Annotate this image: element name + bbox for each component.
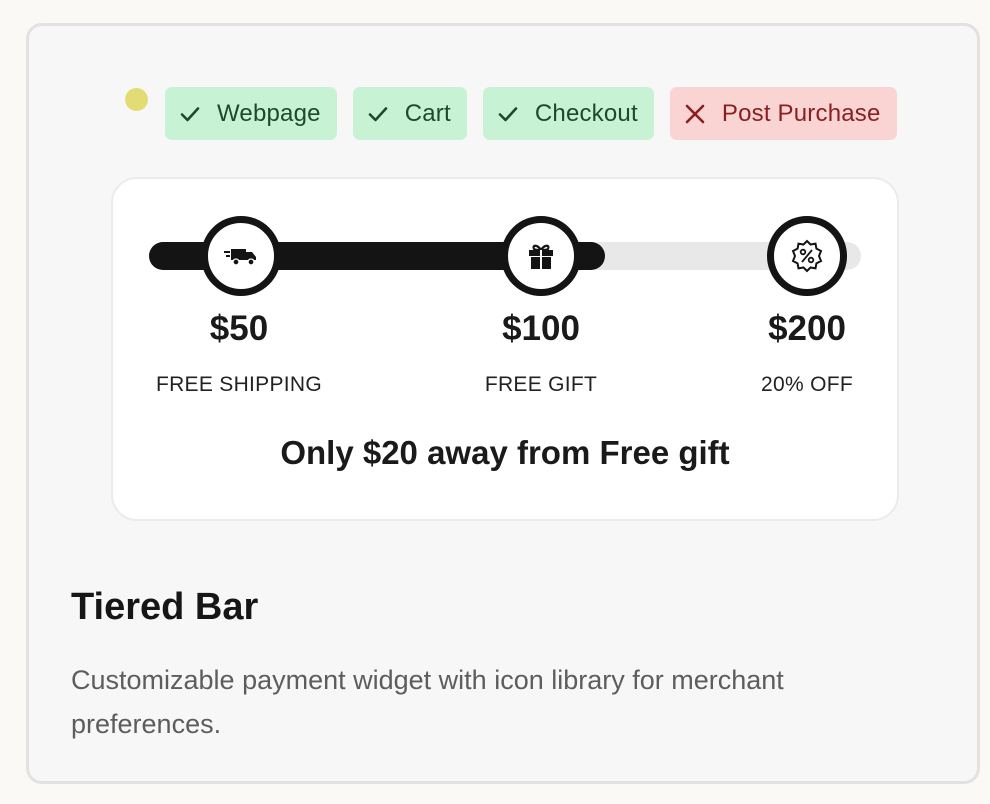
tier-amount: $100 [502, 309, 580, 348]
status-dot [125, 88, 148, 111]
check-icon [179, 103, 201, 125]
tag-label: Cart [404, 99, 451, 127]
tier-reward: FREE GIFT [484, 373, 598, 396]
tag-cart[interactable]: Cart [352, 87, 467, 140]
widget-card[interactable]: Webpage Cart Checkout Post Purchase $50 … [26, 23, 980, 784]
tier-reward: 20% OFF [761, 373, 853, 396]
tag-webpage[interactable]: Webpage [165, 87, 337, 140]
progress-message: Only $20 away from Free gift [280, 434, 730, 471]
discount-badge-icon [790, 239, 824, 273]
tag-label: Post Purchase [721, 99, 881, 127]
tag-post-purchase[interactable]: Post Purchase [669, 87, 897, 140]
tier-node-discount [767, 216, 847, 296]
delivery-truck-icon [223, 244, 259, 268]
tier-node-shipping [201, 216, 281, 296]
tier-reward: FREE SHIPPING [155, 373, 323, 396]
placement-tags: Webpage Cart Checkout Post Purchase [165, 87, 897, 140]
gift-icon [526, 241, 556, 271]
check-icon [497, 103, 519, 125]
tag-checkout[interactable]: Checkout [482, 87, 654, 140]
tier-node-gift [501, 216, 581, 296]
card-title: Tiered Bar [71, 586, 259, 628]
tag-label: Checkout [534, 99, 638, 127]
tier-amount: $50 [209, 309, 269, 348]
check-icon [367, 103, 389, 125]
card-description: Customizable payment widget with icon li… [71, 665, 784, 739]
tier-amount: $200 [768, 309, 846, 348]
tag-label: Webpage [217, 99, 321, 127]
x-icon [684, 103, 706, 125]
tiered-bar-preview: $50 $100 $200 FREE SHIPPING FREE GIFT 20… [111, 177, 899, 521]
